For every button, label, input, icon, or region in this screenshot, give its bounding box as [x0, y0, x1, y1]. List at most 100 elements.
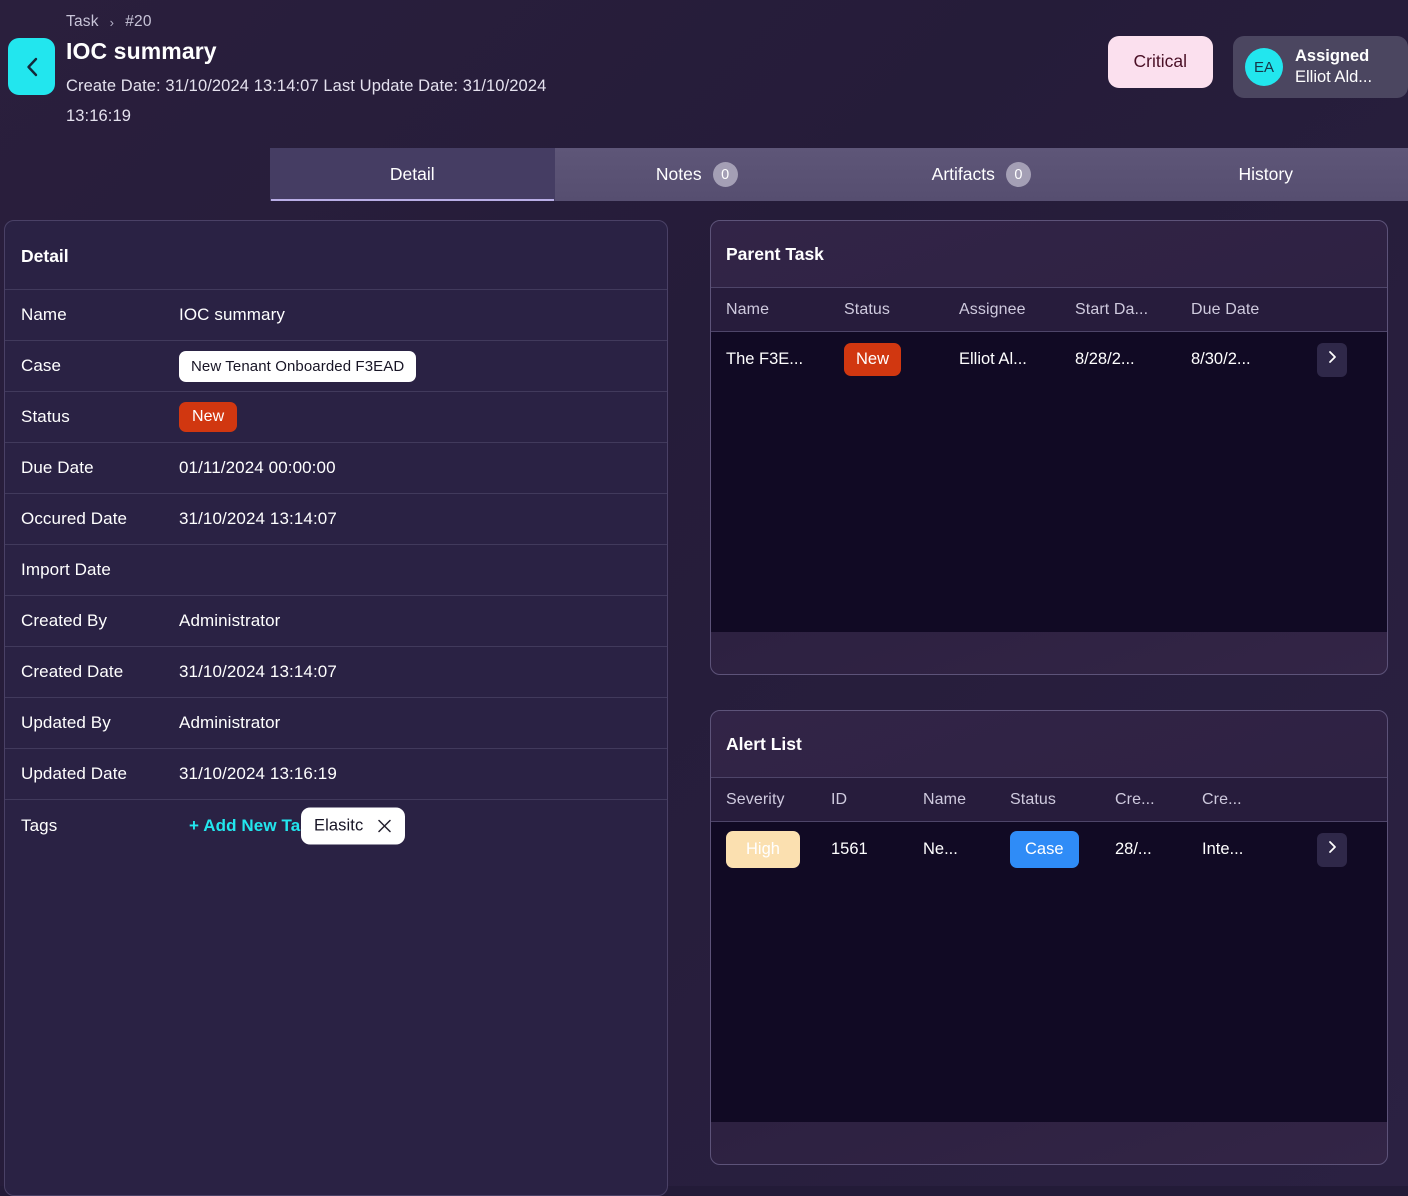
cell-assignee: Elliot Al... — [959, 350, 1075, 369]
assignee-text: Assigned Elliot Ald... — [1295, 46, 1372, 88]
table-row[interactable]: High 1561 Ne... Case 28/... Inte... — [711, 822, 1387, 877]
tag-chip[interactable]: Elasitc — [301, 807, 405, 844]
page-title: IOC summary — [66, 38, 217, 65]
detail-label: Status — [21, 407, 179, 427]
detail-label: Name — [21, 305, 179, 325]
detail-label: Updated Date — [21, 764, 179, 784]
detail-value: 31/10/2024 13:14:07 — [179, 509, 337, 529]
cell-start-date: 8/28/2... — [1075, 350, 1191, 369]
detail-value: New — [179, 402, 237, 432]
detail-value: IOC summary — [179, 305, 285, 325]
parent-task-card: Parent Task Name Status Assignee Start D… — [710, 220, 1388, 675]
detail-label: Created Date — [21, 662, 179, 682]
detail-label: Occured Date — [21, 509, 179, 529]
breadcrumb-current[interactable]: #20 — [125, 13, 151, 31]
column-header-created-2[interactable]: Cre... — [1202, 791, 1302, 809]
cell-name: The F3E... — [726, 350, 844, 369]
alert-list-card-footer — [711, 1122, 1387, 1148]
header-right-group: Critical EA Assigned Elliot Ald... — [1108, 36, 1408, 98]
severity-badge[interactable]: Critical — [1108, 36, 1213, 88]
cell-created-1: 28/... — [1115, 840, 1202, 859]
alert-list-table-body: High 1561 Ne... Case 28/... Inte... — [711, 822, 1387, 1122]
page-dates-subtitle: Create Date: 31/10/2024 13:14:07 Last Up… — [66, 71, 586, 131]
detail-row-status: Status New — [5, 391, 667, 442]
detail-panel-title: Detail — [5, 221, 667, 289]
alert-list-card: Alert List Severity ID Name Status Cre..… — [710, 710, 1388, 1165]
tab-artifacts-label: Artifacts — [932, 164, 995, 185]
detail-label: Created By — [21, 611, 179, 631]
detail-label: Case — [21, 356, 179, 376]
detail-label: Due Date — [21, 458, 179, 478]
cell-status: Case — [1010, 831, 1115, 868]
tag-chip-label: Elasitc — [314, 816, 363, 835]
detail-panel: Detail Name IOC summary Case New Tenant … — [4, 220, 668, 1196]
tab-detail[interactable]: Detail — [270, 148, 555, 201]
detail-value: New Tenant Onboarded F3EAD — [179, 351, 416, 382]
detail-row-created-date: Created Date 31/10/2024 13:14:07 — [5, 646, 667, 697]
column-header-start-date[interactable]: Start Da... — [1075, 301, 1191, 319]
tab-artifacts[interactable]: Artifacts 0 — [839, 148, 1124, 201]
assignee-label: Assigned — [1295, 46, 1372, 67]
detail-row-updated-by: Updated By Administrator — [5, 697, 667, 748]
detail-row-due-date: Due Date 01/11/2024 00:00:00 — [5, 442, 667, 493]
chevron-right-icon — [1328, 350, 1337, 369]
add-new-tag-button[interactable]: + Add New Tag — [189, 816, 311, 836]
detail-label: Tags — [21, 816, 179, 836]
cell-id: 1561 — [831, 840, 923, 859]
case-chip[interactable]: New Tenant Onboarded F3EAD — [179, 351, 416, 382]
detail-row-name: Name IOC summary — [5, 289, 667, 340]
row-expand-button[interactable] — [1317, 343, 1347, 377]
detail-label: Import Date — [21, 560, 179, 580]
detail-value: 31/10/2024 13:14:07 — [179, 662, 337, 682]
detail-value: Administrator — [179, 611, 280, 631]
cell-status: New — [844, 343, 959, 376]
page-header: Task › #20 IOC summary Create Date: 31/1… — [0, 0, 1408, 140]
cell-created-2: Inte... — [1202, 840, 1302, 859]
column-header-created-1[interactable]: Cre... — [1115, 791, 1202, 809]
cell-due-date: 8/30/2... — [1191, 350, 1311, 369]
tab-artifacts-count: 0 — [1006, 162, 1031, 187]
column-header-status[interactable]: Status — [844, 301, 959, 319]
parent-task-table-body: The F3E... New Elliot Al... 8/28/2... 8/… — [711, 332, 1387, 632]
back-button[interactable] — [8, 38, 55, 95]
detail-value: Administrator — [179, 713, 280, 733]
column-header-due-date[interactable]: Due Date — [1191, 301, 1311, 319]
detail-value: 31/10/2024 13:16:19 — [179, 764, 337, 784]
close-icon[interactable] — [377, 818, 392, 833]
parent-task-card-footer — [711, 632, 1387, 658]
alert-list-title: Alert List — [711, 711, 1387, 777]
status-badge[interactable]: New — [179, 402, 237, 432]
tab-history[interactable]: History — [1124, 148, 1408, 201]
tab-notes-count: 0 — [713, 162, 738, 187]
breadcrumb-root[interactable]: Task — [66, 13, 99, 31]
detail-label: Updated By — [21, 713, 179, 733]
assignee-chip[interactable]: EA Assigned Elliot Ald... — [1233, 36, 1408, 98]
assignee-name: Elliot Ald... — [1295, 67, 1372, 88]
tab-notes[interactable]: Notes 0 — [555, 148, 840, 201]
detail-row-import-date: Import Date — [5, 544, 667, 595]
right-column: Parent Task Name Status Assignee Start D… — [710, 220, 1388, 1186]
column-header-severity[interactable]: Severity — [726, 791, 831, 809]
column-header-id[interactable]: ID — [831, 791, 923, 809]
row-expand-button[interactable] — [1317, 833, 1347, 867]
tab-detail-label: Detail — [390, 164, 435, 185]
detail-row-updated-date: Updated Date 31/10/2024 13:16:19 — [5, 748, 667, 799]
column-header-name[interactable]: Name — [726, 301, 844, 319]
table-row[interactable]: The F3E... New Elliot Al... 8/28/2... 8/… — [711, 332, 1387, 387]
cell-severity: High — [726, 831, 831, 868]
tab-bar: Detail Notes 0 Artifacts 0 History — [270, 148, 1408, 201]
status-badge: New — [844, 343, 901, 376]
column-header-name[interactable]: Name — [923, 791, 1010, 809]
breadcrumb-separator: › — [110, 15, 115, 30]
breadcrumb: Task › #20 — [66, 13, 152, 31]
alert-list-table-header: Severity ID Name Status Cre... Cre... — [711, 777, 1387, 822]
severity-badge: High — [726, 831, 800, 868]
avatar: EA — [1245, 48, 1283, 86]
column-header-assignee[interactable]: Assignee — [959, 301, 1075, 319]
column-header-status[interactable]: Status — [1010, 791, 1115, 809]
detail-row-created-by: Created By Administrator — [5, 595, 667, 646]
header-left-group — [8, 38, 55, 95]
detail-row-occured-date: Occured Date 31/10/2024 13:14:07 — [5, 493, 667, 544]
parent-task-title: Parent Task — [711, 221, 1387, 287]
detail-value: 01/11/2024 00:00:00 — [179, 458, 336, 478]
